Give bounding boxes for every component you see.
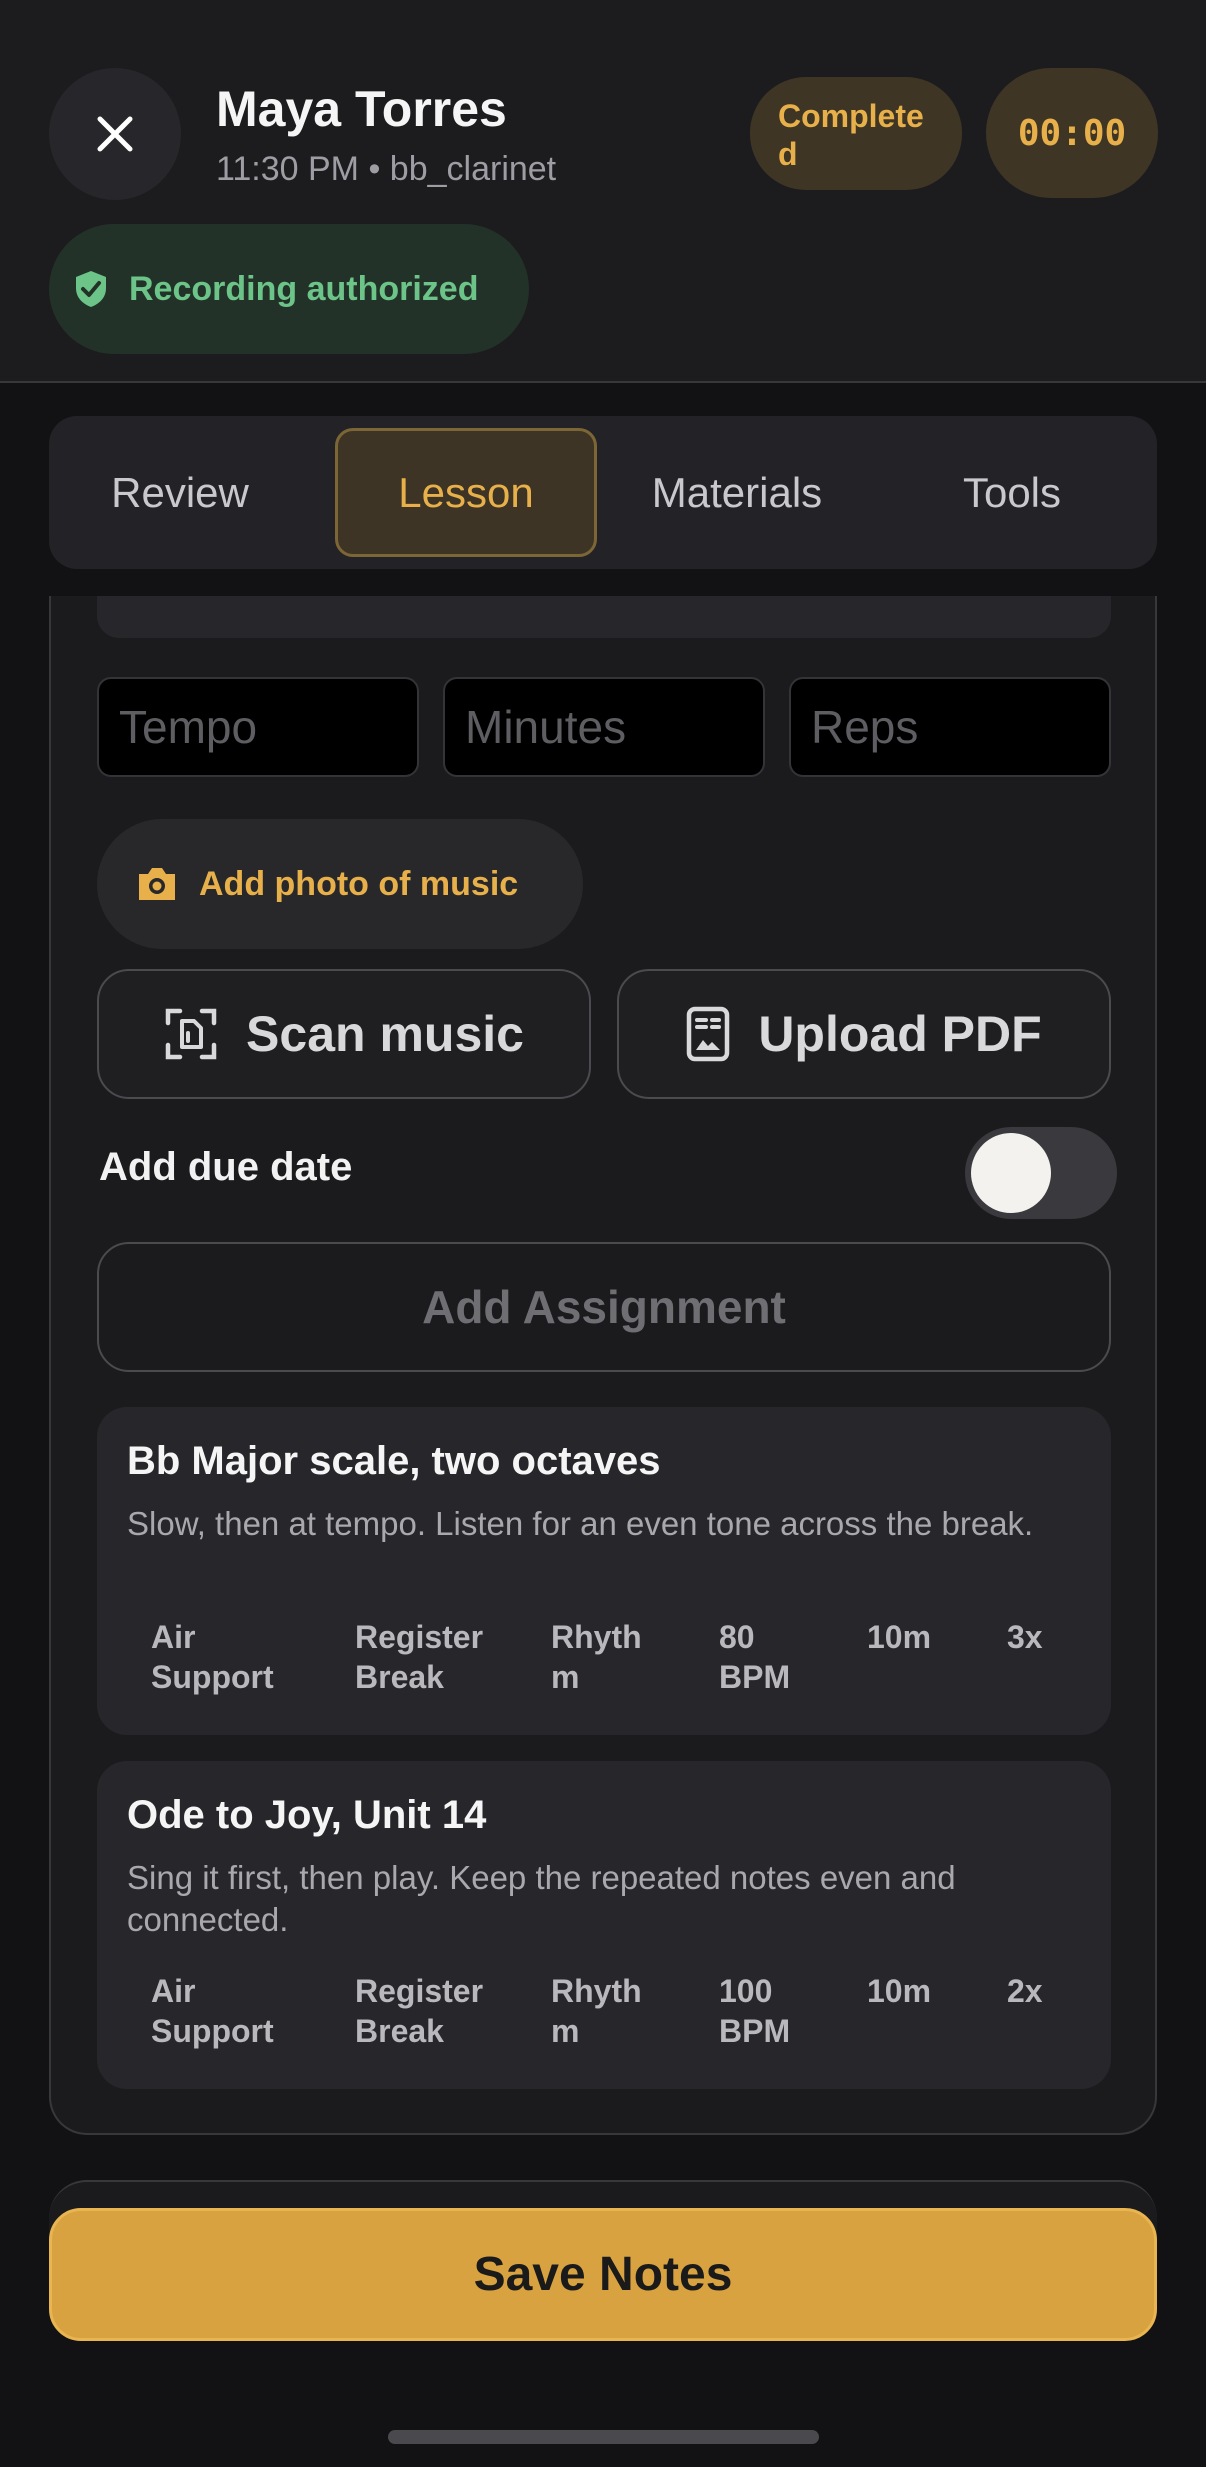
focus-tag: Register Break <box>355 1619 484 1695</box>
upload-pdf-button[interactable]: Upload PDF <box>617 969 1111 1099</box>
close-icon <box>97 116 133 152</box>
focus-tag: Register Break <box>355 1973 484 2049</box>
scan-music-label: Scan music <box>246 1006 524 1062</box>
reps-input[interactable] <box>789 677 1111 777</box>
assignment-description: Sing it first, then play. Keep the repea… <box>127 1859 956 1938</box>
save-notes-button[interactable]: Save Notes <box>49 2208 1157 2341</box>
tab-lesson[interactable]: Lesson <box>335 428 597 557</box>
toggle-knob <box>971 1133 1051 1213</box>
session-header: Maya Torres 11:30 PM • bb_clarinet Compl… <box>0 0 1206 383</box>
add-assignment-button[interactable]: Add Assignment <box>97 1242 1111 1372</box>
due-date-label: Add due date <box>99 1145 353 1189</box>
session-meta: 11:30 PM • bb_clarinet <box>216 150 557 188</box>
add-photo-label: Add photo of music <box>199 864 519 903</box>
scan-music-button[interactable]: Scan music <box>97 969 591 1099</box>
reps-tag: 2x <box>1007 1973 1043 2009</box>
assignment-title: Ode to Joy, Unit 14 <box>127 1793 487 1837</box>
minutes-input[interactable] <box>443 677 765 777</box>
camera-icon <box>139 868 175 900</box>
reps-tag: 3x <box>1007 1619 1043 1655</box>
upload-pdf-label: Upload PDF <box>758 1006 1042 1062</box>
due-date-toggle[interactable] <box>965 1127 1117 1219</box>
tab-review[interactable]: Review <box>61 428 299 557</box>
assignment-card[interactable]: Ode to Joy, Unit 14 Sing it first, then … <box>97 1761 1111 2089</box>
tempo-tag: 100 BPM <box>719 1973 791 2049</box>
tab-materials[interactable]: Materials <box>609 428 865 557</box>
session-timer: 00:00 <box>986 68 1158 198</box>
focus-tag: Rhythm <box>551 1973 642 2049</box>
minutes-tag: 10m <box>867 1973 932 2009</box>
focus-tag: Air Support <box>151 1619 274 1695</box>
focus-tag: Air Support <box>151 1973 274 2049</box>
add-photo-button[interactable]: Add photo of music <box>97 819 583 949</box>
scan-document-icon <box>165 1008 217 1060</box>
notes-field[interactable] <box>97 596 1111 638</box>
assignment-card[interactable]: Bb Major scale, two octaves Slow, then a… <box>97 1407 1111 1735</box>
minutes-tag: 10m <box>867 1619 932 1655</box>
status-badge: Completed <box>750 77 962 190</box>
focus-tag: Rhythm <box>551 1619 642 1695</box>
pdf-file-icon <box>687 1006 730 1062</box>
recording-label: Recording authorized <box>129 269 479 308</box>
tempo-tag: 80 BPM <box>719 1619 791 1695</box>
tab-bar: Review Lesson Materials Tools <box>49 416 1157 569</box>
client-name: Maya Torres <box>216 81 507 137</box>
shield-check-icon <box>76 271 106 307</box>
home-indicator[interactable] <box>388 2430 819 2444</box>
assignment-title: Bb Major scale, two octaves <box>127 1439 661 1483</box>
recording-status: Recording authorized <box>49 224 529 354</box>
close-button[interactable] <box>49 68 181 200</box>
lesson-panel: Add photo of music Scan music Upload PDF… <box>49 596 1157 2135</box>
tab-tools[interactable]: Tools <box>879 428 1145 557</box>
tempo-input[interactable] <box>97 677 419 777</box>
assignment-description: Slow, then at tempo. Listen for an even … <box>127 1505 1034 1542</box>
